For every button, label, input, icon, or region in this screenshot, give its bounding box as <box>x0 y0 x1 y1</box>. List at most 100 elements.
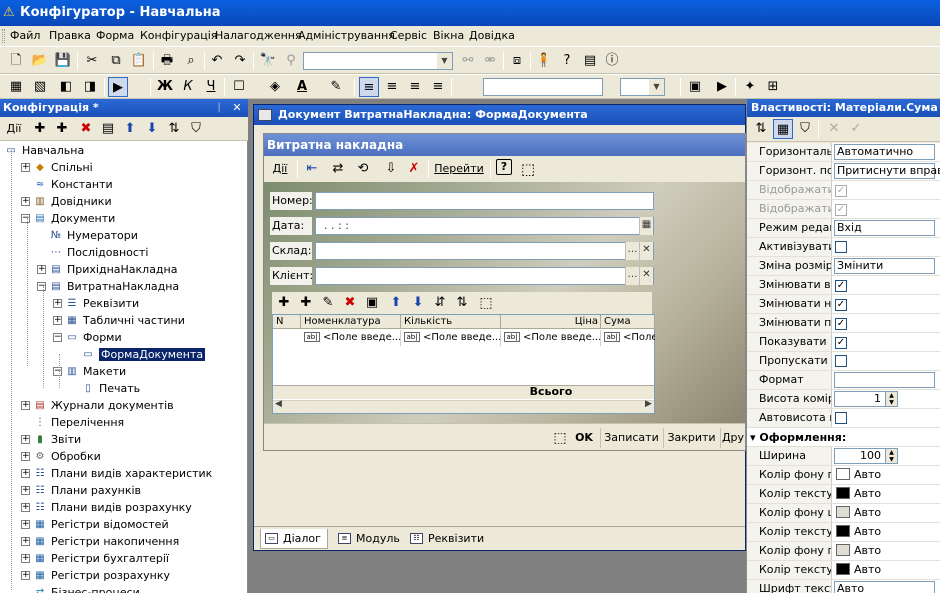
move-icon[interactable]: ⇄ <box>328 159 348 179</box>
property-row[interactable]: Відображати ш ✓ <box>747 200 940 219</box>
menu-form[interactable]: Форма <box>96 26 134 46</box>
align-justify-icon[interactable]: ≡ <box>428 77 448 97</box>
tree-item[interactable]: ▦ Регістри відомостей <box>32 516 168 533</box>
property-row[interactable]: Колір фону по Авто <box>747 466 940 485</box>
expand-icon[interactable]: + <box>21 486 30 495</box>
property-value[interactable]: Авто <box>831 542 940 560</box>
tree-item[interactable]: ⚙ Обробки <box>32 448 101 465</box>
expand-icon[interactable]: + <box>53 299 62 308</box>
tree-item[interactable]: ▦ Регістри накопичення <box>32 533 179 550</box>
undo-icon[interactable]: ↶ <box>207 51 227 71</box>
color-swatch[interactable] <box>836 563 850 575</box>
selection-frame-icon[interactable]: ⬚ <box>476 293 496 313</box>
property-checkbox[interactable]: ✓ <box>835 280 847 292</box>
expand-icon[interactable]: + <box>21 571 30 580</box>
expand-icon[interactable]: + <box>21 197 30 206</box>
property-row[interactable]: Показувати п ✓ <box>747 333 940 352</box>
property-value[interactable]: Авто <box>831 580 940 593</box>
end-edit-icon[interactable]: ▣ <box>362 293 382 313</box>
collapse-icon[interactable]: − <box>21 214 30 223</box>
bring-front-icon[interactable]: ◧ <box>56 77 76 97</box>
property-checkbox[interactable] <box>835 241 847 253</box>
property-value[interactable]: ✓ <box>831 295 940 313</box>
print-icon[interactable]: 🖶 <box>157 51 177 71</box>
fill-color-icon[interactable]: ◈ <box>265 77 285 97</box>
property-row[interactable]: Зміна розміруЗмінити <box>747 257 940 276</box>
delete-row-icon[interactable]: ✖ <box>340 293 360 313</box>
property-input[interactable] <box>834 372 935 388</box>
close-button[interactable]: Закрити <box>663 428 719 448</box>
tree-item[interactable]: ▤ ПрихіднаНакладна <box>48 261 177 278</box>
sort-desc-icon[interactable]: ⇅ <box>452 293 472 313</box>
wizard-icon[interactable]: ✦ <box>740 77 760 97</box>
expand-icon[interactable]: + <box>21 401 30 410</box>
property-value[interactable] <box>831 352 940 370</box>
selection-frame-icon[interactable]: ⬚ <box>518 159 538 179</box>
property-row[interactable]: Колір фону під Авто <box>747 542 940 561</box>
property-checkbox[interactable]: ✓ <box>835 337 847 349</box>
date-field[interactable]: . . : : ▦ <box>315 217 654 235</box>
goods-table[interactable]: N Номенклатура Кількість Ціна Сума ab| <П… <box>272 314 655 414</box>
edit-row-icon[interactable]: ✎ <box>318 293 338 313</box>
property-checkbox[interactable]: ✓ <box>835 299 847 311</box>
property-value[interactable]: ✓ <box>831 314 940 332</box>
property-row[interactable]: Формат <box>747 371 940 390</box>
copy-icon[interactable]: ⧉ <box>106 51 126 71</box>
expand-icon[interactable]: + <box>21 469 30 478</box>
tree-item[interactable]: ☰ Реквізити <box>64 295 140 312</box>
menu-edit[interactable]: Правка <box>49 26 91 46</box>
table-scrollbar[interactable] <box>273 400 654 413</box>
property-value[interactable]: 100 ▲ ▼ <box>831 447 940 465</box>
column-header-price[interactable]: Ціна <box>501 315 601 329</box>
tree-item[interactable]: ▤ ВитратнаНакладна <box>48 278 179 295</box>
property-row[interactable]: Режим редагуВхід <box>747 219 940 238</box>
tree-item[interactable]: ▤ Документи <box>32 210 115 227</box>
size-combo[interactable]: ▼ <box>620 78 665 96</box>
goto-menu[interactable]: Перейти <box>432 159 486 179</box>
sum-cell[interactable]: ab| <Поле <box>601 330 655 346</box>
property-row[interactable]: Активізувати п <box>747 238 940 257</box>
select-icon[interactable]: … <box>625 242 639 260</box>
properties-icon[interactable]: ▤ <box>98 119 118 139</box>
align-center-icon[interactable]: ≡ <box>382 77 402 97</box>
tree-item[interactable]: ▤ Журнали документів <box>32 397 173 414</box>
property-value[interactable]: Притиснути вправо <box>831 162 940 180</box>
add-child-icon[interactable]: ✚ <box>52 119 72 139</box>
run-form-icon[interactable]: ▶ <box>712 77 732 97</box>
property-row[interactable]: Змінювати на ✓ <box>747 295 940 314</box>
user-icon[interactable]: 🧍 <box>534 51 554 71</box>
property-value[interactable]: ✓ <box>831 276 940 294</box>
add-row-icon[interactable]: ✚ <box>274 293 294 313</box>
menu-help[interactable]: Довідка <box>469 26 515 46</box>
property-row[interactable]: Колір тексту ш Авто <box>747 523 940 542</box>
align-icon[interactable]: ▧ <box>30 77 50 97</box>
column-header-n[interactable]: N <box>273 315 301 329</box>
expand-icon[interactable]: + <box>21 435 30 444</box>
tree-item[interactable]: ⋯ Послідовності <box>48 244 148 261</box>
scroll-right-icon[interactable]: ▶ <box>645 399 652 409</box>
sort-icon[interactable]: ⇅ <box>164 119 184 139</box>
save-icon[interactable]: 💾 <box>53 51 73 71</box>
property-value[interactable]: Авто <box>831 523 940 541</box>
menu-service[interactable]: Сервіс <box>390 26 427 46</box>
tree-item[interactable]: ⇄ Бізнес-процеси <box>32 584 140 593</box>
tree-item[interactable]: ☷ Плани видів характеристик <box>32 465 213 482</box>
client-field[interactable]: … ✕ <box>315 267 654 285</box>
tree-item[interactable]: ☷ Плани видів розрахунку <box>32 499 192 516</box>
tree-item[interactable]: ▥ Довідники <box>32 193 111 210</box>
property-value[interactable]: 1 ▲ ▼ <box>831 390 940 408</box>
add-icon[interactable]: ✚ <box>30 119 50 139</box>
property-value[interactable]: Авто <box>831 504 940 522</box>
filter-icon[interactable]: ⛉ <box>795 119 815 139</box>
underline-icon[interactable]: Ч <box>201 77 221 97</box>
property-spin-input[interactable]: 100 <box>834 448 886 464</box>
tree-item[interactable]: № Нумератори <box>48 227 138 244</box>
property-row[interactable]: Шрифт текстуАвто <box>747 580 940 593</box>
property-input[interactable]: Автоматично <box>834 144 935 160</box>
tab-module[interactable]: ≡ Модуль <box>334 529 404 549</box>
expand-icon[interactable]: + <box>21 452 30 461</box>
color-swatch[interactable] <box>836 468 850 480</box>
open-icon[interactable]: 📂 <box>30 51 50 71</box>
column-header-item[interactable]: Номенклатура <box>301 315 401 329</box>
collapse-icon[interactable]: − <box>53 367 62 376</box>
